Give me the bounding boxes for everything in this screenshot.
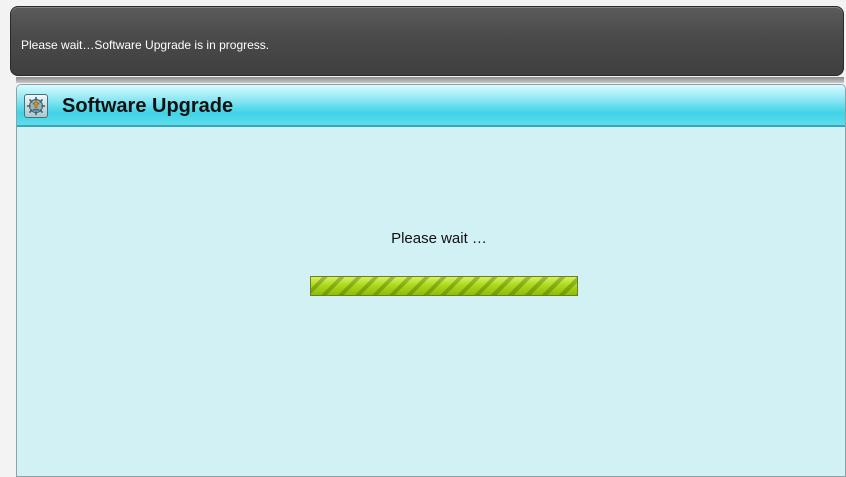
message-text: Please wait…Software Upgrade is in progr… — [21, 38, 270, 52]
progress-fill — [311, 277, 577, 295]
status-text: Please wait … — [391, 230, 487, 247]
divider — [16, 77, 844, 83]
progress-bar — [310, 276, 578, 296]
dialog-title: Software Upgrade — [62, 95, 234, 117]
dialog-header: Software Upgrade — [17, 85, 845, 127]
software-upgrade-icon — [24, 94, 48, 118]
message-bar: Please wait…Software Upgrade is in progr… — [10, 6, 844, 76]
software-upgrade-dialog: Software Upgrade Please wait … — [16, 84, 846, 477]
screen: Please wait…Software Upgrade is in progr… — [0, 0, 846, 477]
